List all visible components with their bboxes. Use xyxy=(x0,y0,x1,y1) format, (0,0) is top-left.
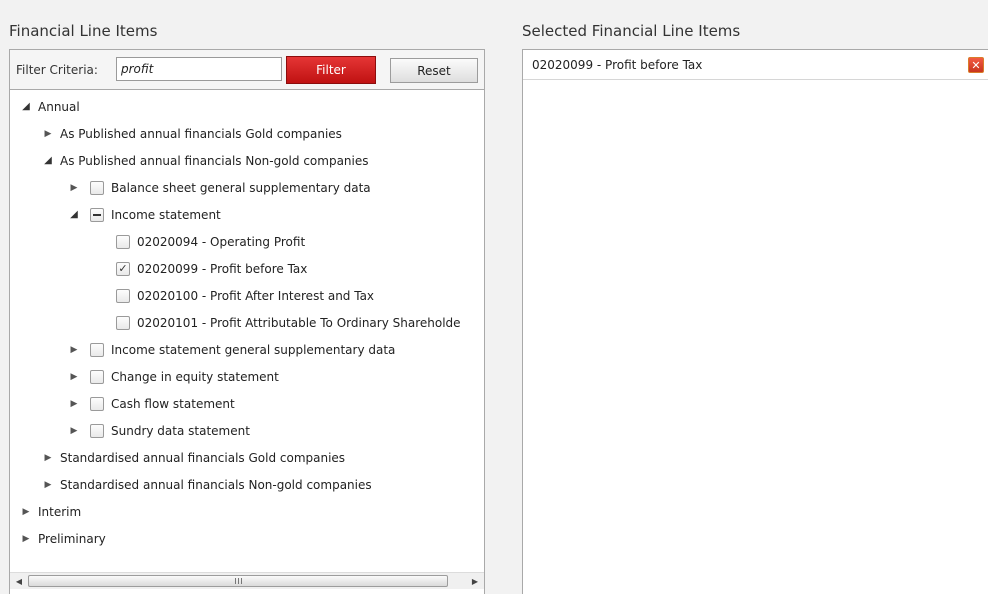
triangle-right-icon[interactable]: ▶ xyxy=(68,372,80,382)
checkbox[interactable] xyxy=(90,423,104,438)
tree-leaf-profit-attributable[interactable]: 02020101 - Profit Attributable To Ordina… xyxy=(116,309,461,336)
tree-node-standardised-gold[interactable]: ▶ Standardised annual financials Gold co… xyxy=(42,444,346,471)
triangle-right-icon[interactable]: ▶ xyxy=(68,399,80,409)
tree-node-label: Interim xyxy=(38,504,82,519)
triangle-right-icon[interactable]: ▶ xyxy=(68,183,80,193)
tree-leaf-operating-profit[interactable]: 02020094 - Operating Profit xyxy=(116,228,305,255)
tree-node-cash-flow[interactable]: ▶ Cash flow statement xyxy=(68,390,235,417)
checkbox[interactable] xyxy=(90,342,104,357)
triangle-right-icon[interactable]: ▶ xyxy=(68,426,80,436)
tree-node-as-published-non-gold[interactable]: ◢ As Published annual financials Non-gol… xyxy=(42,147,369,174)
filter-button[interactable]: Filter xyxy=(286,56,376,84)
selected-line-items-title: Selected Financial Line Items xyxy=(522,22,741,40)
scroll-right-arrow-icon[interactable]: ▶ xyxy=(467,574,483,588)
triangle-down-icon[interactable]: ◢ xyxy=(42,155,54,166)
checkbox-checked[interactable]: ✓ xyxy=(116,261,130,276)
tree-node-label: 02020099 - Profit before Tax xyxy=(137,261,308,276)
tree-node-label: Annual xyxy=(38,99,80,114)
line-items-tree: ◢ Annual ▶ As Published annual financial… xyxy=(9,90,485,594)
tree-node-preliminary[interactable]: ▶ Preliminary xyxy=(20,525,106,552)
tree-node-label: Change in equity statement xyxy=(111,369,279,384)
checkbox[interactable] xyxy=(116,234,130,249)
close-icon[interactable]: ✕ xyxy=(968,57,984,73)
horizontal-scrollbar[interactable]: ◀ ▶ xyxy=(10,572,484,589)
triangle-right-icon[interactable]: ▶ xyxy=(42,129,54,139)
tree-leaf-profit-after-interest-tax[interactable]: 02020100 - Profit After Interest and Tax xyxy=(116,282,374,309)
tree-node-income-supplementary[interactable]: ▶ Income statement general supplementary… xyxy=(68,336,395,363)
tree-node-label: 02020094 - Operating Profit xyxy=(137,234,306,249)
triangle-down-icon[interactable]: ◢ xyxy=(20,101,32,112)
checkbox[interactable] xyxy=(90,180,104,195)
tree-node-label: Preliminary xyxy=(38,531,106,546)
list-item[interactable]: 02020099 - Profit before Tax ✕ xyxy=(523,50,988,80)
scroll-left-arrow-icon[interactable]: ◀ xyxy=(11,574,27,588)
filter-criteria-input[interactable] xyxy=(116,57,282,81)
tree-node-label: Standardised annual financials Gold comp… xyxy=(60,450,346,465)
triangle-right-icon[interactable]: ▶ xyxy=(68,345,80,355)
checkbox[interactable] xyxy=(116,288,130,303)
financial-line-items-title: Financial Line Items xyxy=(9,22,158,40)
checkbox[interactable] xyxy=(116,315,130,330)
checkbox[interactable] xyxy=(90,396,104,411)
tree-node-label: Income statement general supplementary d… xyxy=(111,342,396,357)
checkbox[interactable] xyxy=(90,369,104,384)
tree-node-income-statement[interactable]: ◢ Income statement xyxy=(68,201,221,228)
reset-button[interactable]: Reset xyxy=(390,58,478,83)
filter-bar: Filter Criteria: Filter Reset xyxy=(9,49,485,90)
checkbox-partial[interactable] xyxy=(90,207,104,222)
selected-item-label: 02020099 - Profit before Tax xyxy=(532,57,703,72)
tree-node-label: Cash flow statement xyxy=(111,396,235,411)
triangle-right-icon[interactable]: ▶ xyxy=(42,453,54,463)
tree-node-label: 02020100 - Profit After Interest and Tax xyxy=(137,288,375,303)
tree-node-label: Balance sheet general supplementary data xyxy=(111,180,371,195)
triangle-right-icon[interactable]: ▶ xyxy=(20,534,32,544)
tree-node-sundry-data[interactable]: ▶ Sundry data statement xyxy=(68,417,250,444)
tree-node-label: As Published annual financials Non-gold … xyxy=(60,153,369,168)
tree-node-label: As Published annual financials Gold comp… xyxy=(60,126,342,141)
tree-node-standardised-non-gold[interactable]: ▶ Standardised annual financials Non-gol… xyxy=(42,471,372,498)
tree-node-label: Income statement xyxy=(111,207,221,222)
selected-items-list: 02020099 - Profit before Tax ✕ xyxy=(522,49,988,594)
triangle-down-icon[interactable]: ◢ xyxy=(68,209,80,220)
tree-node-change-in-equity[interactable]: ▶ Change in equity statement xyxy=(68,363,279,390)
triangle-right-icon[interactable]: ▶ xyxy=(42,480,54,490)
tree-node-annual[interactable]: ◢ Annual xyxy=(20,93,80,120)
grip-icon xyxy=(234,578,236,584)
triangle-right-icon[interactable]: ▶ xyxy=(20,507,32,517)
tree-node-label: Standardised annual financials Non-gold … xyxy=(60,477,372,492)
tree-leaf-profit-before-tax[interactable]: ✓ 02020099 - Profit before Tax xyxy=(116,255,307,282)
tree-node-balance-sheet[interactable]: ▶ Balance sheet general supplementary da… xyxy=(68,174,371,201)
tree-node-label: 02020101 - Profit Attributable To Ordina… xyxy=(137,315,461,330)
tree-node-label: Sundry data statement xyxy=(111,423,250,438)
tree-node-interim[interactable]: ▶ Interim xyxy=(20,498,82,525)
filter-criteria-label: Filter Criteria: xyxy=(16,63,98,77)
tree-node-as-published-gold[interactable]: ▶ As Published annual financials Gold co… xyxy=(42,120,342,147)
scrollbar-thumb[interactable] xyxy=(28,575,448,587)
